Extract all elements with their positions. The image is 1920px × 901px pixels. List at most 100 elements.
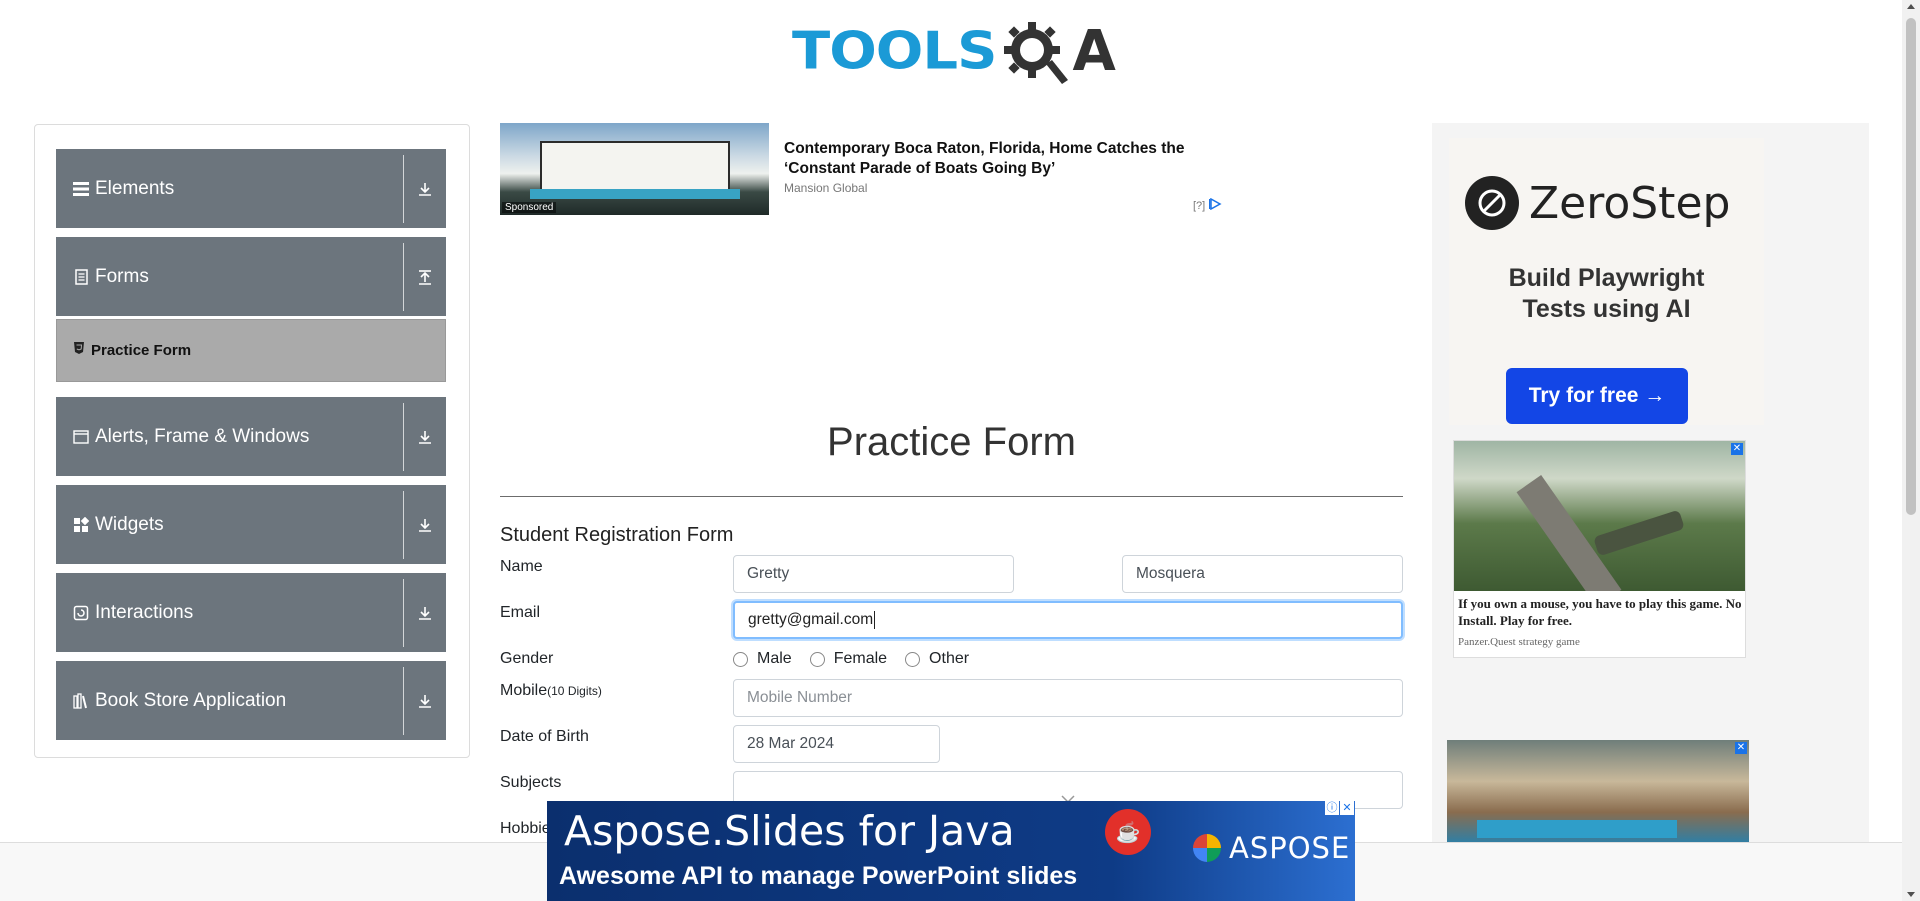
sidebar-group-book-store[interactable]: Book Store Application: [56, 661, 446, 740]
divider: [403, 402, 404, 471]
radio-circle[interactable]: [809, 651, 825, 667]
sidebar-item-practice-form[interactable]: Practice Form: [56, 319, 446, 382]
sidebar-group-label: Alerts, Frame & Windows: [95, 425, 310, 447]
books-icon: [72, 692, 90, 710]
adchoices-icon[interactable]: ⓘ: [1325, 801, 1339, 815]
house-ad-image[interactable]: ✕: [1447, 740, 1749, 843]
grid-icon: [72, 516, 90, 534]
divider: [403, 490, 404, 559]
sidebar-group-interactions[interactable]: Interactions: [56, 573, 446, 652]
plane-shape: [1593, 509, 1685, 557]
download-icon[interactable]: [404, 517, 446, 533]
mobile-placeholder: Mobile Number: [747, 689, 853, 706]
html5-icon: [73, 341, 85, 360]
scroll-up-icon[interactable]: [1907, 4, 1915, 9]
ad-source: Mansion Global: [784, 181, 868, 195]
ad-thumbnail-image[interactable]: Sponsored: [500, 123, 769, 215]
game-ad-image[interactable]: [1454, 441, 1745, 591]
zerostep-ad[interactable]: ZeroStep Build Playwright Tests using AI…: [1449, 138, 1764, 425]
form-subtitle: Student Registration Form: [500, 524, 734, 546]
last-name-input[interactable]: Mosquera: [1122, 555, 1403, 593]
sidebar-group-widgets[interactable]: Widgets: [56, 485, 446, 564]
gender-male-radio[interactable]: Male: [733, 650, 792, 668]
gear-magnifier-icon: [1000, 16, 1072, 88]
zerostep-name: ZeroStep: [1529, 177, 1731, 229]
adchoice-help[interactable]: [?]: [1193, 200, 1205, 212]
sidebar-group-label: Forms: [95, 265, 149, 287]
download-icon[interactable]: [404, 693, 446, 709]
mobile-label-text: Mobile: [500, 682, 548, 699]
sidebar-group-forms[interactable]: Forms: [56, 237, 446, 316]
radio-circle[interactable]: [905, 651, 921, 667]
divider: [403, 578, 404, 647]
mobile-label: Mobile(10 Digits): [500, 682, 602, 700]
sidebar-item-label: Practice Form: [91, 342, 192, 359]
sidebar-group-alerts[interactable]: Alerts, Frame & Windows: [56, 397, 446, 476]
banner-headline: Aspose.Slides for Java: [564, 807, 1015, 855]
game-ad-source: Panzer.Quest strategy game: [1458, 636, 1580, 648]
last-name-value: Mosquera: [1136, 565, 1205, 582]
hamburger-icon: [72, 180, 90, 198]
sidebar-group-label: Widgets: [95, 513, 164, 535]
close-ad-icon[interactable]: ✕: [1735, 742, 1747, 754]
close-ad-icon[interactable]: ✕: [1731, 443, 1743, 455]
page-root: TOOLS A Elements Forms Practice Form Ale…: [0, 0, 1920, 901]
download-icon[interactable]: [404, 181, 446, 197]
adchoices-icon[interactable]: [1209, 197, 1223, 213]
sidebar-group-label: Elements: [95, 177, 175, 199]
sidebar: Elements Forms Practice Form Alerts, Fra…: [34, 124, 470, 758]
gender-radio-group: Male Female Other: [733, 650, 987, 668]
vertical-scrollbar[interactable]: [1902, 0, 1920, 901]
sidebar-group-elements[interactable]: Elements: [56, 149, 446, 228]
sidebar-group-label: Interactions: [95, 601, 194, 623]
text-caret: [874, 611, 876, 629]
logo-text-dark: A: [1072, 19, 1116, 84]
subjects-label: Subjects: [500, 774, 562, 791]
aspose-brand: ASPOSE: [1229, 831, 1351, 865]
zerostep-brand: ZeroStep: [1465, 176, 1730, 230]
aspose-logo: ASPOSE: [1193, 831, 1350, 865]
hobbies-label: Hobbie: [500, 820, 551, 837]
game-ad[interactable]: ✕ If you own a mouse, you have to play t…: [1453, 440, 1746, 658]
banner-subline: Awesome API to manage PowerPoint slides: [559, 862, 1078, 890]
pool-shape: [1477, 820, 1677, 838]
sponsored-label: Sponsored: [502, 202, 557, 213]
close-ad-icon[interactable]: ✕: [1340, 801, 1354, 815]
aspose-banner-ad[interactable]: Aspose.Slides for Java Awesome API to ma…: [547, 801, 1355, 901]
download-icon[interactable]: [404, 429, 446, 445]
email-value: gretty@gmail.com: [748, 611, 874, 628]
page-title: Practice Form: [827, 420, 1076, 464]
upload-icon[interactable]: [404, 269, 446, 285]
ad-title[interactable]: Contemporary Boca Raton, Florida, Home C…: [784, 139, 1224, 179]
game-ad-text[interactable]: If you own a mouse, you have to play thi…: [1458, 595, 1743, 629]
pool-shape: [530, 189, 740, 199]
gender-other-radio[interactable]: Other: [905, 650, 969, 668]
zerostep-tagline: Build Playwright Tests using AI: [1449, 263, 1764, 325]
first-name-input[interactable]: Gretty: [733, 555, 1014, 593]
right-ad-column: ZeroStep Build Playwright Tests using AI…: [1432, 123, 1869, 843]
scroll-thumb[interactable]: [1906, 18, 1916, 515]
toolsqa-logo[interactable]: TOOLS A: [792, 14, 1116, 90]
radio-circle[interactable]: [733, 651, 748, 667]
download-icon[interactable]: [404, 605, 446, 621]
java-logo-icon: ☕: [1105, 809, 1151, 855]
aspose-mark-icon: [1193, 834, 1221, 862]
tagline-line-1: Build Playwright: [1508, 264, 1705, 292]
first-name-value: Gretty: [747, 565, 790, 582]
gender-female-radio[interactable]: Female: [809, 650, 887, 668]
email-input[interactable]: gretty@gmail.com: [733, 601, 1403, 639]
sponsored-ad[interactable]: Sponsored Contemporary Boca Raton, Flori…: [500, 123, 1230, 215]
radio-label: Male: [757, 650, 792, 667]
sidebar-group-label: Book Store Application: [95, 689, 287, 711]
logo-text-blue: TOOLS: [792, 21, 997, 82]
radio-label: Other: [929, 650, 970, 667]
interaction-icon: [72, 604, 90, 622]
mobile-input[interactable]: Mobile Number: [733, 679, 1403, 717]
dob-input[interactable]: 28 Mar 2024: [733, 725, 940, 763]
try-for-free-button[interactable]: Try for free →: [1506, 368, 1688, 424]
scroll-down-icon[interactable]: [1907, 892, 1915, 897]
name-label: Name: [500, 558, 543, 575]
window-icon: [72, 428, 90, 446]
adchoices[interactable]: [?]: [1193, 197, 1223, 213]
house-shape: [540, 141, 730, 191]
